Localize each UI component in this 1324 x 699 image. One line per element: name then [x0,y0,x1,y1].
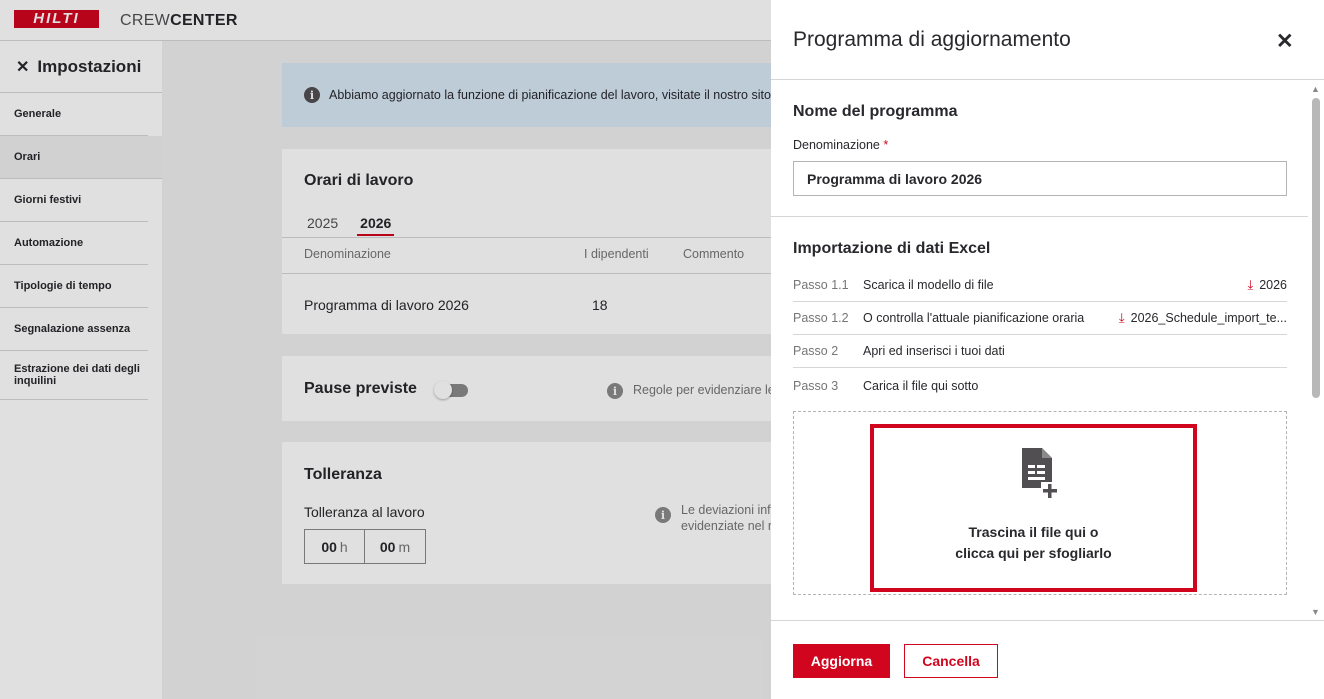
scroll-up-icon[interactable]: ▲ [1311,84,1320,94]
step-text: Carica il file qui sotto [863,378,979,393]
scroll-thumb[interactable] [1312,98,1320,398]
name-field-label-text: Denominazione [793,138,880,152]
program-name-title: Nome del programma [793,103,958,120]
close-icon[interactable]: ✕ [1276,29,1294,54]
panel-title: Programma di aggiornamento [793,28,1071,51]
download-schedule-label: 2026_Schedule_import_te... [1130,311,1287,325]
download-schedule-link[interactable]: ⤓ 2026_Schedule_import_te... [1119,310,1287,326]
section-divider [771,216,1308,217]
cancel-button[interactable]: Cancella [904,644,998,678]
step-number: Passo 1.2 [793,311,849,325]
program-name-input[interactable] [793,161,1287,196]
step-text: O controlla l'attuale pianificazione ora… [863,311,1085,325]
step-number: Passo 1.1 [793,278,849,292]
step-text: Scarica il modello di file [863,278,994,292]
file-add-icon [1022,448,1059,500]
step-3: Passo 3 Carica il file qui sotto [793,369,1287,402]
step-1-2: Passo 1.2 O controlla l'attuale pianific… [793,302,1287,335]
dropzone-text-line1: Trascina il file qui o [968,524,1099,540]
dropzone-text-line2: clicca qui per sfogliarlo [955,545,1112,561]
download-template-link[interactable]: ⤓ 2026 [1247,277,1287,293]
step-2: Passo 2 Apri ed inserisci i tuoi dati [793,335,1287,368]
download-template-label: 2026 [1259,278,1287,292]
panel-scrollbar[interactable]: ▲ ▼ [1308,80,1324,620]
dropzone-highlight[interactable]: Trascina il file qui o clicca qui per sf… [870,424,1197,592]
modal-overlay[interactable] [0,0,771,699]
download-icon: ⤓ [1247,277,1254,292]
scroll-down-icon[interactable]: ▼ [1311,607,1320,617]
step-text: Apri ed inserisci i tuoi dati [863,344,1005,358]
update-schedule-panel: Programma di aggiornamento ✕ Nome del pr… [771,0,1324,699]
step-number: Passo 2 [793,344,839,358]
excel-import-title: Importazione di dati Excel [793,240,991,257]
step-number: Passo 3 [793,378,839,393]
name-field-label: Denominazione * [793,138,888,152]
download-icon: ⤓ [1118,310,1125,325]
step-1-1: Passo 1.1 Scarica il modello di file ⤓ 2… [793,269,1287,302]
panel-footer: Aggiorna Cancella [771,620,1324,699]
update-button[interactable]: Aggiorna [793,644,890,678]
panel-header: Programma di aggiornamento ✕ [771,0,1324,80]
required-mark: * [883,138,889,152]
file-dropzone[interactable]: Trascina il file qui o clicca qui per sf… [793,411,1287,595]
